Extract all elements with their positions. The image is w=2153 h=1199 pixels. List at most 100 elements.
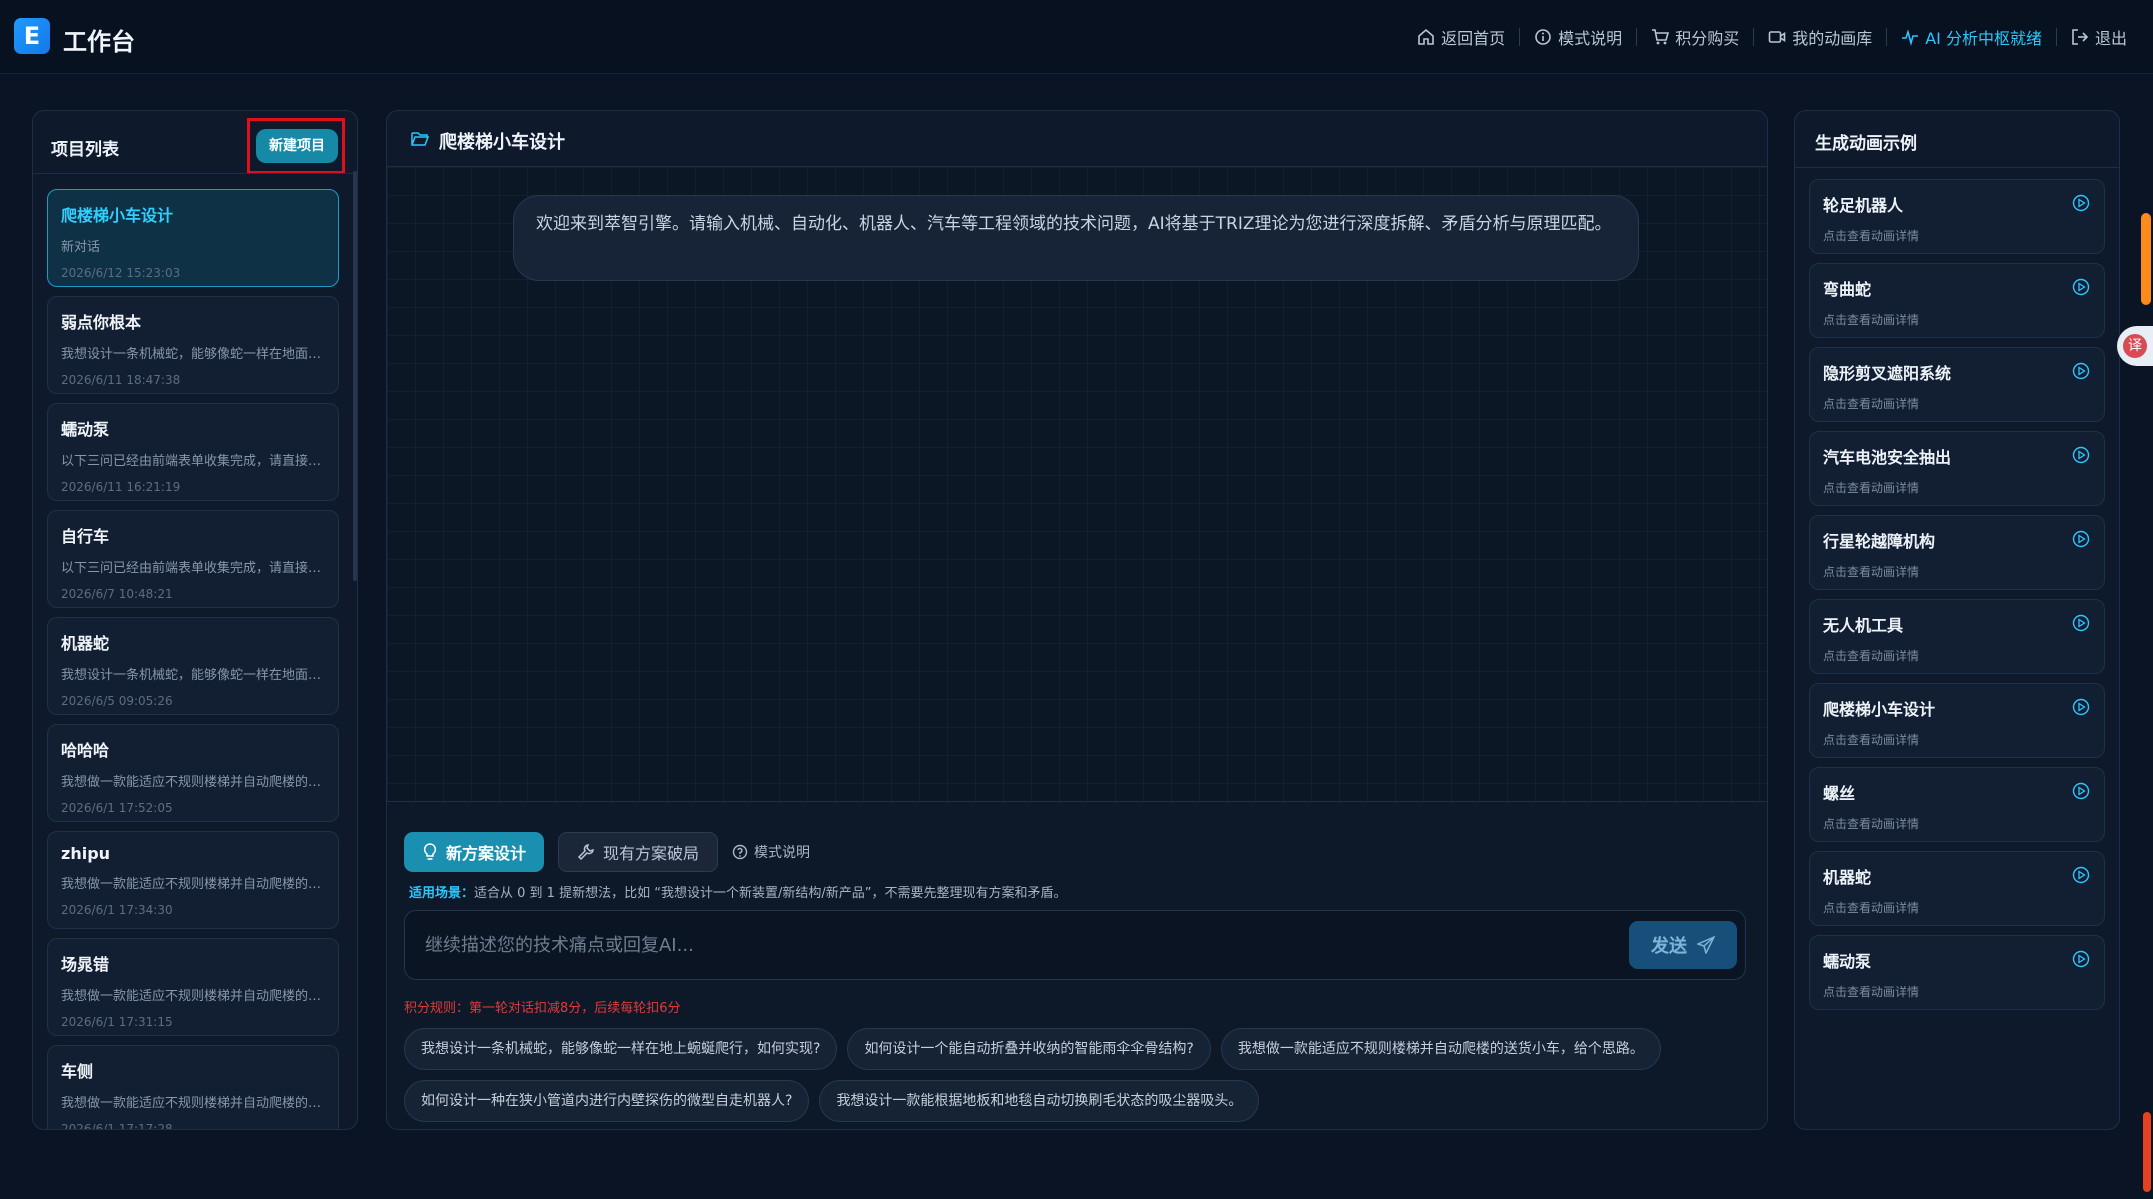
animation-item[interactable]: 隐形剪叉遮阳系统 点击查看动画详情 — [1809, 347, 2105, 422]
nav-ai-status: AI 分析中枢就绪 — [1887, 22, 2056, 52]
project-list: 爬楼梯小车设计新对话 2026/6/12 15:23:03 弱点你根本 我想设计一条机… — [47, 189, 341, 1129]
mode-help-link[interactable]: 模式说明 — [732, 842, 810, 862]
mode-help-label: 模式说明 — [754, 845, 811, 861]
suggestion-chip[interactable]: 我想设计一条机械蛇，能够像蛇一样在地上蜿蜒爬行，如何实现? — [404, 1028, 838, 1070]
project-item[interactable]: 爬楼梯小车设计新对话 2026/6/12 15:23:03 — [47, 189, 339, 287]
animation-hint: 点击查看动画详情 — [1823, 313, 1920, 327]
project-subtitle: 新对话 — [61, 240, 101, 255]
nav-buy-points[interactable]: 积分购买 — [1637, 22, 1753, 52]
translate-widget[interactable]: 译 — [2117, 326, 2153, 366]
animation-hint: 点击查看动画详情 — [1823, 901, 1920, 915]
animation-item[interactable]: 弯曲蛇 点击查看动画详情 — [1809, 263, 2105, 338]
project-title: 爬楼梯小车设计 — [61, 206, 174, 225]
suggestion-chip[interactable]: 我想做一款能适应不规则楼梯并自动爬楼的送货小车，给个思路。 — [1220, 1028, 1661, 1070]
project-item[interactable]: 哈哈哈我想做一款能适应不规则楼梯并自动爬楼的送货小车，给个思路。 2026/6/1… — [47, 724, 339, 822]
animation-title: 轮足机器人 — [1823, 196, 1904, 215]
nav-mode-help[interactable]: 模式说明 — [1520, 22, 1636, 52]
play-circle-icon[interactable] — [2072, 782, 2090, 800]
translate-icon: 译 — [2123, 334, 2147, 358]
play-circle-icon[interactable] — [2072, 446, 2090, 464]
play-circle-icon[interactable] — [2072, 614, 2090, 632]
nav-logout-label: 退出 — [2094, 29, 2127, 48]
nav-home-label: 返回首页 — [1441, 29, 1506, 48]
animation-item[interactable]: 蠕动泵 点击查看动画详情 — [1809, 935, 2105, 1010]
points-rule: 积分规则：第一轮对话扣减8分，后续每轮扣6分 — [404, 1001, 681, 1016]
animation-hint: 点击查看动画详情 — [1823, 229, 1920, 243]
project-title: 哈哈哈 — [61, 741, 110, 760]
send-icon — [1697, 936, 1715, 954]
animation-hint: 点击查看动画详情 — [1823, 733, 1920, 747]
project-subtitle: 我想做一款能适应不规则楼梯并自动爬楼的送货小车，给个思路。 — [61, 877, 325, 892]
project-item[interactable]: 弱点你根本我想设计一条机械蛇，能够像蛇一样在地面上蜿蜒爬行，如何实现？ 2026/… — [47, 296, 339, 394]
divider — [1795, 167, 2119, 168]
info-icon — [1535, 29, 1551, 45]
message-input-box: 发送 — [404, 910, 1746, 980]
suggestion-chip[interactable]: 我想设计一款能根据地板和地毯自动切换刷毛状态的吸尘器吸头。 — [819, 1080, 1260, 1122]
mode-new-design-button[interactable]: 新方案设计 — [404, 832, 545, 872]
suggestion-chips: 我想设计一条机械蛇，能够像蛇一样在地上蜿蜒爬行，如何实现? 如何设计一个能自动折… — [404, 1028, 1764, 1129]
play-circle-icon[interactable] — [2072, 698, 2090, 716]
chat-panel: 爬楼梯小车设计 欢迎来到萃智引擎。请输入机械、自动化、机器人、汽车等工程领域的技… — [386, 110, 1768, 1130]
animation-item[interactable]: 行星轮越障机构 点击查看动画详情 — [1809, 515, 2105, 590]
project-subtitle: 我想做一款能适应不规则楼梯并自动爬楼的送货小车，给个思路。 — [61, 989, 325, 1004]
project-item[interactable]: zhipu 我想做一款能适应不规则楼梯并自动爬楼的送货小车，给个思路。 2026/6… — [47, 831, 339, 929]
floating-scroll-handle[interactable] — [2141, 213, 2151, 305]
top-bar: E 工作台 返回首页 模式说明 积分购买 我的动画库 AI 分析中枢就绪 退出 — [0, 0, 2153, 74]
animation-item[interactable]: 机器蛇 点击查看动画详情 — [1809, 851, 2105, 926]
animation-item[interactable]: 汽车电池安全抽出 点击查看动画详情 — [1809, 431, 2105, 506]
logout-icon — [2072, 29, 2089, 45]
project-subtitle: 以下三问已经由前端表单收集完成，请直接基于这些信息进行分析。 — [61, 561, 325, 576]
project-item[interactable]: 车侧我想做一款能适应不规则楼梯并自动爬楼的送货小车，给个思路。 2026/6/1 … — [47, 1045, 339, 1129]
animation-item[interactable]: 无人机工具 点击查看动画详情 — [1809, 599, 2105, 674]
project-subtitle: 我想设计一条机械蛇，能够像蛇一样在地面上蜿蜒爬行，如何实现？ — [61, 668, 325, 683]
project-time: 2026/6/1 17:31:15 — [61, 1015, 173, 1029]
play-circle-icon[interactable] — [2072, 530, 2090, 548]
project-time: 2026/6/12 15:23:03 — [61, 266, 181, 280]
wrench-icon — [577, 844, 594, 861]
nav-mode-help-label: 模式说明 — [1558, 29, 1623, 48]
scene-hint: 适用场景：适合从 0 到 1 提新想法，比如 “我想设计一个新装置/新结构/新产… — [409, 882, 1066, 901]
play-circle-icon[interactable] — [2072, 362, 2090, 380]
mode-selector: 新方案设计 现有方案破局 模式说明 — [404, 832, 810, 872]
scene-text: 适合从 0 到 1 提新想法，比如 “我想设计一个新装置/新结构/新产品”，不需… — [474, 886, 1067, 901]
play-circle-icon[interactable] — [2072, 278, 2090, 296]
animation-item[interactable]: 轮足机器人点击查看动画详情 — [1809, 179, 2105, 254]
animation-title: 汽车电池安全抽出 — [1823, 448, 1952, 467]
suggestion-chip[interactable]: 如何设计一个能自动折叠并收纳的智能雨伞伞骨结构? — [847, 1028, 1211, 1070]
floating-handle[interactable] — [2143, 1112, 2151, 1192]
home-icon — [1418, 28, 1434, 45]
send-button[interactable]: 发送 — [1629, 921, 1737, 969]
lightbulb-icon — [423, 843, 437, 860]
chat-header: 爬楼梯小车设计 — [387, 111, 1767, 167]
play-circle-icon[interactable] — [2072, 950, 2090, 968]
project-item[interactable]: 蠕动泵以下三问已经由前端表单收集完成，请直接基于这些信息进行分析。 2026/6/… — [47, 403, 339, 501]
suggestion-chip[interactable]: 如何设计一种在狭小管道内进行内壁探伤的微型自走机器人? — [404, 1080, 810, 1122]
chat-message-area: 欢迎来到萃智引擎。请输入机械、自动化、机器人、汽车等工程领域的技术问题，AI将基… — [387, 167, 1767, 801]
animation-item[interactable]: 螺丝 点击查看动画详情 — [1809, 767, 2105, 842]
new-project-button[interactable]: 新建项目 — [256, 129, 338, 163]
app-logo: E — [14, 18, 50, 54]
project-item[interactable]: 场晁错我想做一款能适应不规则楼梯并自动爬楼的送货小车，给个思路。 2026/6/1… — [47, 938, 339, 1036]
animation-title: 蠕动泵 — [1823, 952, 1872, 971]
nav-home[interactable]: 返回首页 — [1403, 22, 1519, 52]
scrollbar[interactable] — [353, 171, 357, 581]
scene-label: 适用场景： — [409, 886, 475, 901]
nav-my-library[interactable]: 我的动画库 — [1754, 22, 1886, 52]
animation-hint: 点击查看动画详情 — [1823, 397, 1920, 411]
project-item[interactable]: 机器蛇我想设计一条机械蛇，能够像蛇一样在地面上蜿蜒爬行，如何实现？ 2026/6/… — [47, 617, 339, 715]
project-subtitle: 我想做一款能适应不规则楼梯并自动爬楼的送货小车，给个思路。 — [61, 1096, 325, 1111]
animation-item[interactable]: 爬楼梯小车设计 点击查看动画详情 — [1809, 683, 2105, 758]
video-icon — [1768, 31, 1786, 43]
new-project-highlight: 新建项目 — [247, 118, 345, 174]
mode-break-button[interactable]: 现有方案破局 — [558, 832, 719, 872]
nav-my-library-label: 我的动画库 — [1792, 29, 1873, 48]
project-subtitle: 我想设计一条机械蛇，能够像蛇一样在地面上蜿蜒爬行，如何实现？ — [61, 347, 325, 362]
send-label: 发送 — [1651, 936, 1687, 957]
play-circle-icon[interactable] — [2072, 194, 2090, 212]
message-input[interactable] — [425, 927, 1525, 963]
project-subtitle: 我想做一款能适应不规则楼梯并自动爬楼的送货小车，给个思路。 — [61, 775, 325, 790]
project-item[interactable]: 自行车以下三问已经由前端表单收集完成，请直接基于这些信息进行分析。 2026/6/… — [47, 510, 339, 608]
play-circle-icon[interactable] — [2072, 866, 2090, 884]
chat-title: 爬楼梯小车设计 — [439, 132, 565, 153]
nav-logout[interactable]: 退出 — [2057, 22, 2141, 52]
